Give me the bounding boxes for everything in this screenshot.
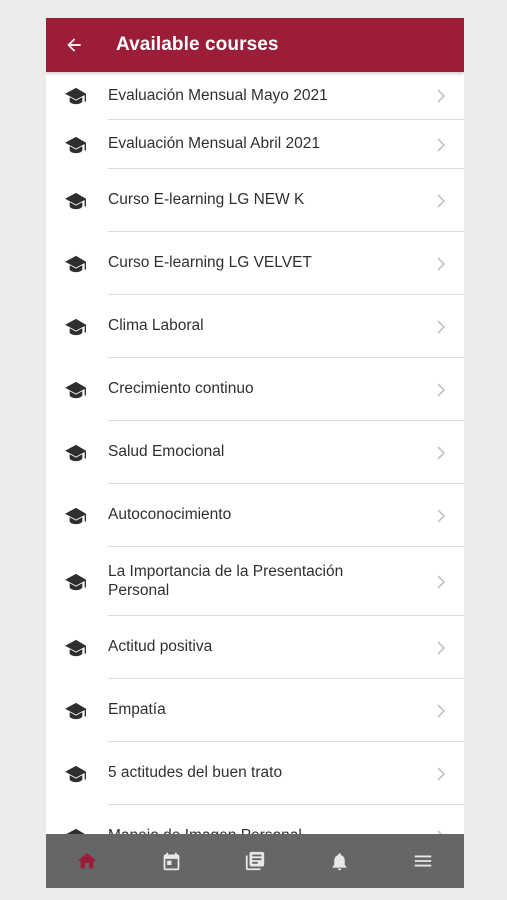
course-item[interactable]: Crecimiento continuo — [46, 358, 464, 421]
course-name: Evaluación Mensual Abril 2021 — [108, 135, 320, 152]
course-name: Salud Emocional — [108, 443, 225, 460]
graduation-cap-icon — [63, 764, 89, 784]
nav-menu-button[interactable] — [393, 834, 453, 888]
graduation-cap-icon — [63, 572, 89, 592]
course-name: Actitud positiva — [108, 638, 213, 655]
chevron-right-icon — [436, 640, 446, 655]
nav-home-button[interactable] — [57, 834, 117, 888]
course-item[interactable]: Curso E-learning LG NEW K — [46, 169, 464, 232]
chevron-right-icon — [436, 89, 446, 103]
course-item[interactable]: La Importancia de la Presentación Person… — [46, 547, 464, 616]
chevron-right-icon — [436, 382, 446, 397]
course-item[interactable]: Autoconocimiento — [46, 484, 464, 547]
course-item[interactable]: Clima Laboral — [46, 295, 464, 358]
calendar-icon — [163, 852, 179, 870]
course-item[interactable]: Curso E-learning LG VELVET — [46, 232, 464, 295]
course-name: Empatía — [108, 701, 166, 718]
menu-icon — [414, 855, 432, 867]
graduation-cap-icon — [63, 254, 89, 274]
home-icon — [77, 852, 97, 869]
course-name: Clima Laboral — [108, 317, 204, 334]
course-item[interactable]: Empatía — [46, 679, 464, 742]
chevron-right-icon — [436, 445, 446, 460]
course-name: Crecimiento continuo — [108, 380, 254, 397]
nav-messages-button[interactable] — [225, 834, 285, 888]
chevron-right-icon — [436, 193, 446, 208]
graduation-cap-icon — [63, 443, 89, 463]
messages-icon — [245, 851, 265, 871]
graduation-cap-icon — [63, 506, 89, 526]
course-item[interactable]: Evaluación Mensual Mayo 2021 — [46, 72, 464, 120]
chevron-right-icon — [436, 508, 446, 523]
course-name: Curso E-learning LG VELVET — [108, 254, 312, 271]
bell-icon — [332, 852, 346, 870]
course-name: Manejo de Imagen Personal — [108, 826, 398, 834]
graduation-cap-icon — [63, 701, 89, 721]
course-item[interactable]: 5 actitudes del buen trato — [46, 742, 464, 805]
course-name: Autoconocimiento — [108, 506, 232, 523]
nav-calendar-button[interactable] — [141, 834, 201, 888]
graduation-cap-icon — [63, 317, 89, 337]
graduation-cap-icon — [63, 638, 89, 658]
course-item[interactable]: Salud Emocional — [46, 421, 464, 484]
back-button[interactable] — [60, 31, 88, 59]
bottom-navigation — [46, 834, 464, 888]
chevron-right-icon — [436, 703, 446, 718]
app-screen: Available courses Evaluación Mensual May… — [46, 18, 464, 888]
nav-notifications-button[interactable] — [309, 834, 369, 888]
graduation-cap-icon — [63, 380, 89, 400]
chevron-right-icon — [436, 574, 446, 589]
graduation-cap-icon — [63, 135, 89, 155]
course-name: Curso E-learning LG NEW K — [108, 191, 305, 208]
course-item[interactable]: Actitud positiva — [46, 616, 464, 679]
course-name: Evaluación Mensual Mayo 2021 — [108, 86, 328, 104]
app-header: Available courses — [46, 18, 464, 72]
course-item[interactable]: Manejo de Imagen Personal — [46, 805, 464, 834]
graduation-cap-icon — [63, 86, 89, 106]
course-item[interactable]: Evaluación Mensual Abril 2021 — [46, 120, 464, 169]
course-list: Evaluación Mensual Mayo 2021 Evaluación M… — [46, 72, 464, 834]
course-name: 5 actitudes del buen trato — [108, 764, 283, 781]
arrow-left-icon — [67, 38, 81, 52]
chevron-right-icon — [436, 256, 446, 271]
graduation-cap-icon — [63, 827, 89, 834]
graduation-cap-icon — [63, 191, 89, 211]
chevron-right-icon — [436, 766, 446, 781]
course-name: La Importancia de la Presentación Person… — [108, 562, 344, 599]
chevron-right-icon — [436, 319, 446, 334]
page-title: Available courses — [116, 34, 279, 55]
chevron-right-icon — [436, 137, 446, 152]
